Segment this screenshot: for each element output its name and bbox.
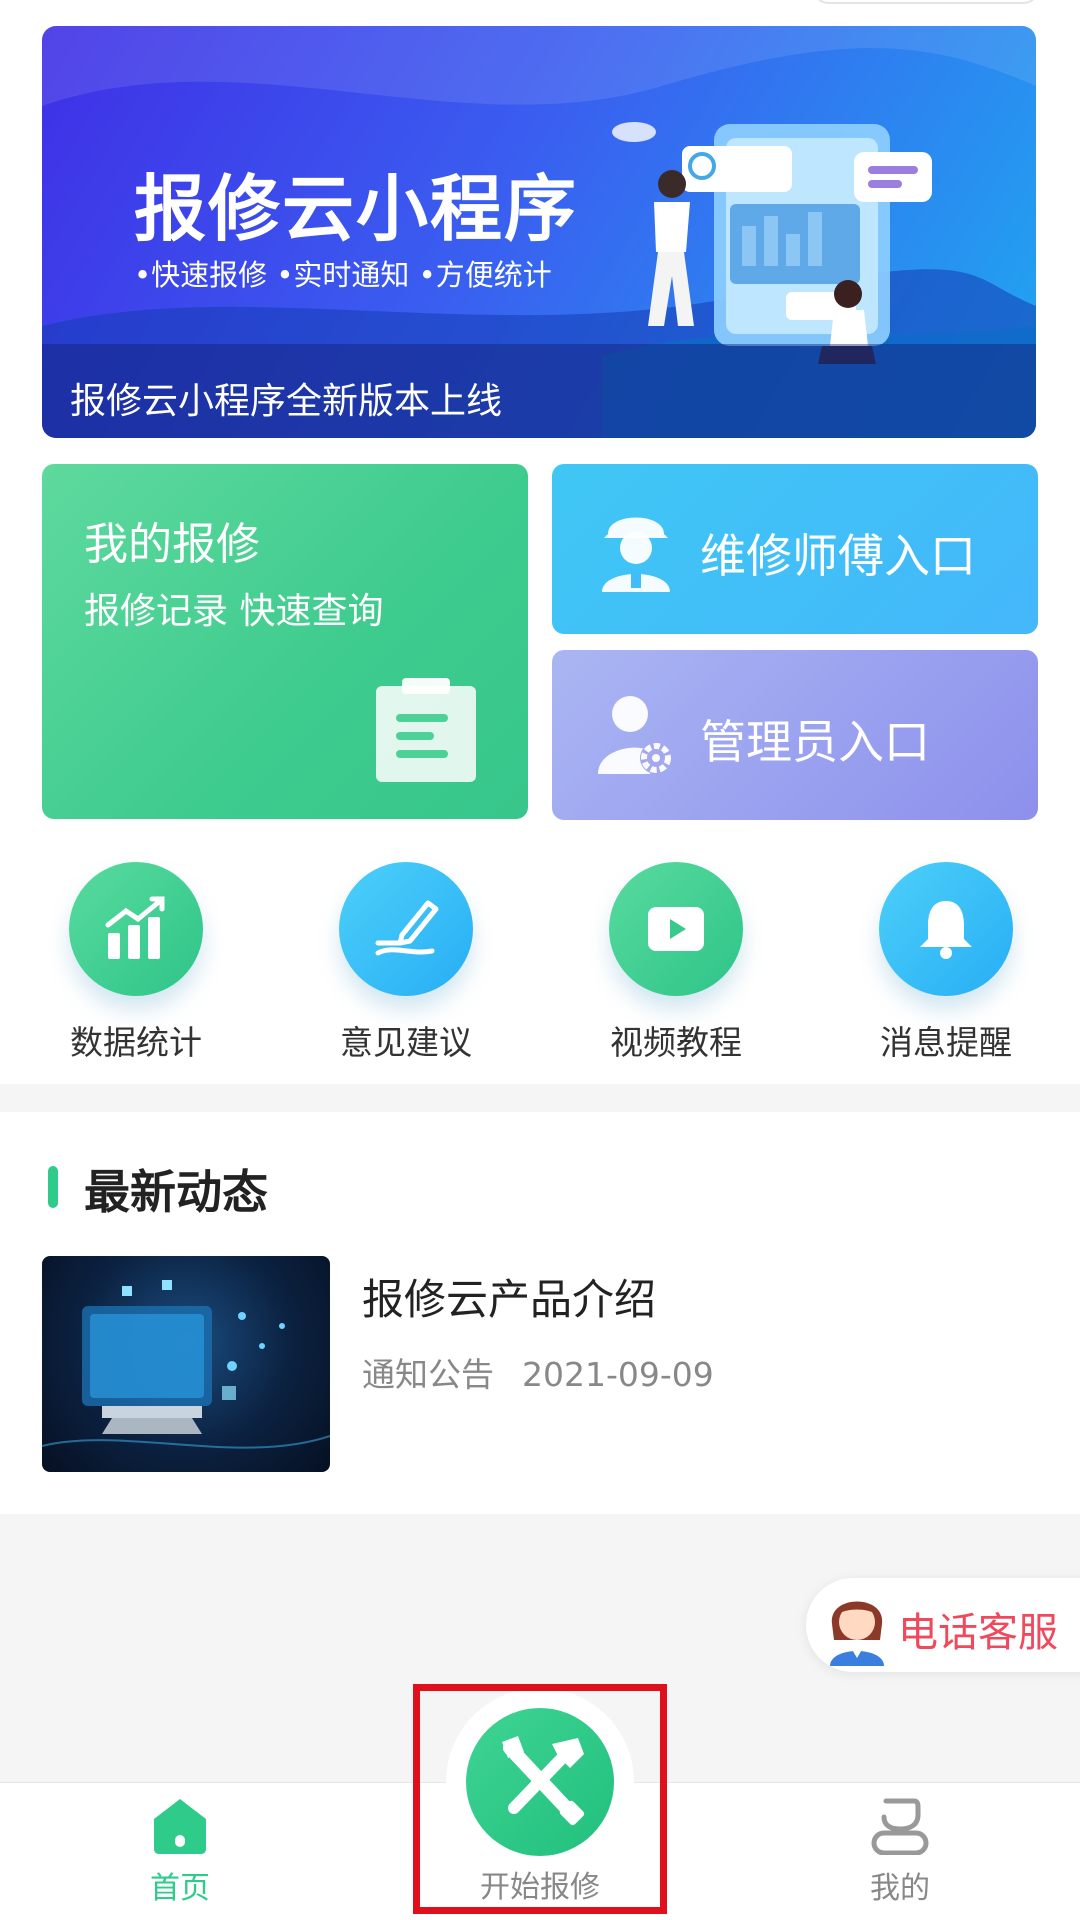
phone-service-button[interactable]: 电话客服	[806, 1578, 1080, 1672]
news-item-category: 通知公告	[362, 1355, 494, 1394]
news-thumbnail[interactable]	[42, 1256, 330, 1472]
news-heading-accent	[48, 1166, 58, 1208]
clipboard-icon	[376, 678, 476, 782]
quick-action-stats[interactable]: 数据统计	[36, 862, 236, 1064]
admin-entry-label: 管理员入口	[700, 715, 930, 769]
news-heading: 最新动态	[84, 1165, 268, 1219]
quick-action-video[interactable]: 视频教程	[576, 862, 776, 1064]
quick-action-label: 意见建议	[340, 1023, 472, 1062]
quick-action-label: 消息提醒	[880, 1023, 1012, 1062]
tab-mine-label: 我的	[870, 1871, 930, 1906]
user-icon	[871, 1798, 929, 1855]
technician-entry-card[interactable]: 维修师傅入口	[552, 464, 1038, 634]
feedback-circle	[339, 862, 473, 996]
pen-icon	[375, 900, 439, 956]
section-divider	[0, 1084, 1080, 1112]
quick-action-label: 数据统计	[70, 1023, 202, 1062]
news-item-title[interactable]: 报修云产品介绍	[362, 1266, 656, 1327]
admin-entry-card[interactable]: 管理员入口	[552, 650, 1038, 820]
banner-title: 报修云小程序	[134, 167, 579, 251]
stats-circle	[69, 862, 203, 996]
top-pill	[812, 0, 1040, 4]
banner-subtitle: •快速报修 •实时通知 •方便统计	[134, 258, 552, 292]
admin-gear-icon	[598, 696, 672, 774]
play-icon	[648, 907, 704, 951]
news-item-meta: 通知公告 2021-09-09	[362, 1348, 714, 1396]
home-icon	[154, 1799, 206, 1854]
news-section: 最新动态 报修云产品介绍 通知公告 2021-09-09	[0, 1112, 1080, 1514]
technician-entry-label: 维修师傅入口	[700, 529, 976, 583]
tab-home[interactable]: 首页	[100, 1795, 260, 1907]
video-circle	[609, 862, 743, 996]
tab-home-label: 首页	[150, 1871, 210, 1906]
highlight-annotation-box	[413, 1684, 667, 1914]
notification-circle	[879, 862, 1013, 996]
banner-caption: 报修云小程序全新版本上线	[70, 381, 503, 422]
my-repair-card[interactable]: 我的报修 报修记录 快速查询	[42, 464, 528, 819]
news-item-date: 2021-09-09	[522, 1355, 714, 1394]
phone-service-label: 电话客服	[898, 1610, 1058, 1656]
worker-icon	[602, 517, 670, 592]
quick-action-label: 视频教程	[610, 1023, 742, 1062]
bell-icon	[920, 901, 972, 959]
promo-banner[interactable]: 报修云小程序 •快速报修 •实时通知 •方便统计 报修云小程序全新版本上线	[42, 26, 1036, 438]
tab-mine[interactable]: 我的	[820, 1795, 980, 1907]
service-agent-avatar-icon	[830, 1601, 884, 1666]
quick-action-feedback[interactable]: 意见建议	[306, 862, 506, 1064]
my-repair-subtitle: 报修记录 快速查询	[84, 591, 384, 632]
computer-illustration	[42, 1280, 330, 1449]
bar-chart-icon	[105, 896, 165, 959]
my-repair-title: 我的报修	[84, 519, 260, 570]
quick-action-notifications[interactable]: 消息提醒	[846, 862, 1046, 1064]
